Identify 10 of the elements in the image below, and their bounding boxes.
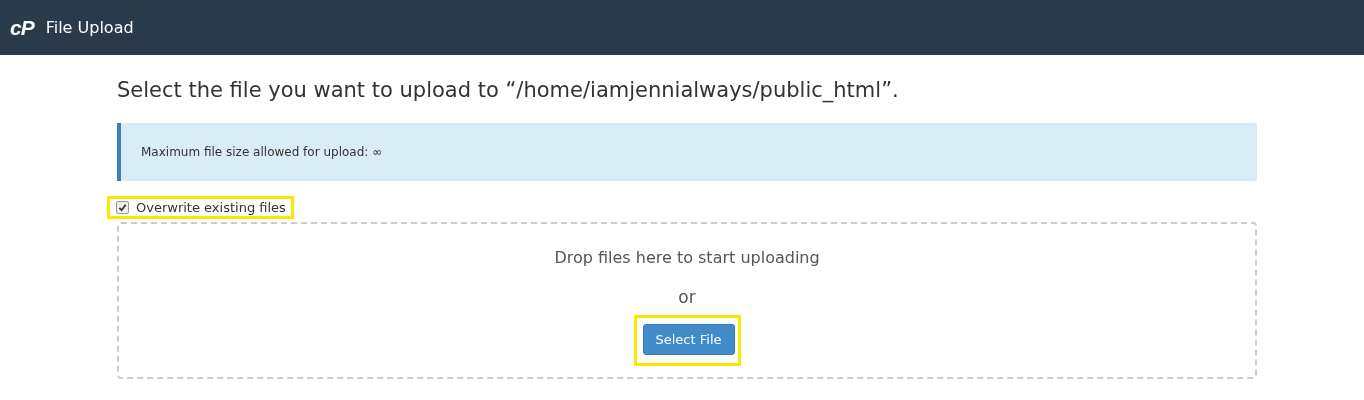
checkbox-label[interactable]: Overwrite existing files — [136, 200, 286, 215]
select-file-button[interactable]: Select File — [642, 324, 735, 355]
drop-zone[interactable]: Drop files here to start uploading or Select File — [117, 222, 1257, 379]
or-separator: or — [678, 287, 696, 307]
alert-text: Maximum file size allowed for upload: ∞ — [141, 145, 383, 159]
drop-prompt: Drop files here to start uploading — [554, 248, 820, 267]
heading: Select the file you want to upload to “/home/iamjennialways/public_html”. — [117, 77, 900, 105]
logo: cP — [10, 15, 34, 40]
checkbox[interactable] — [116, 201, 129, 214]
page-title: File Upload — [45, 18, 134, 37]
